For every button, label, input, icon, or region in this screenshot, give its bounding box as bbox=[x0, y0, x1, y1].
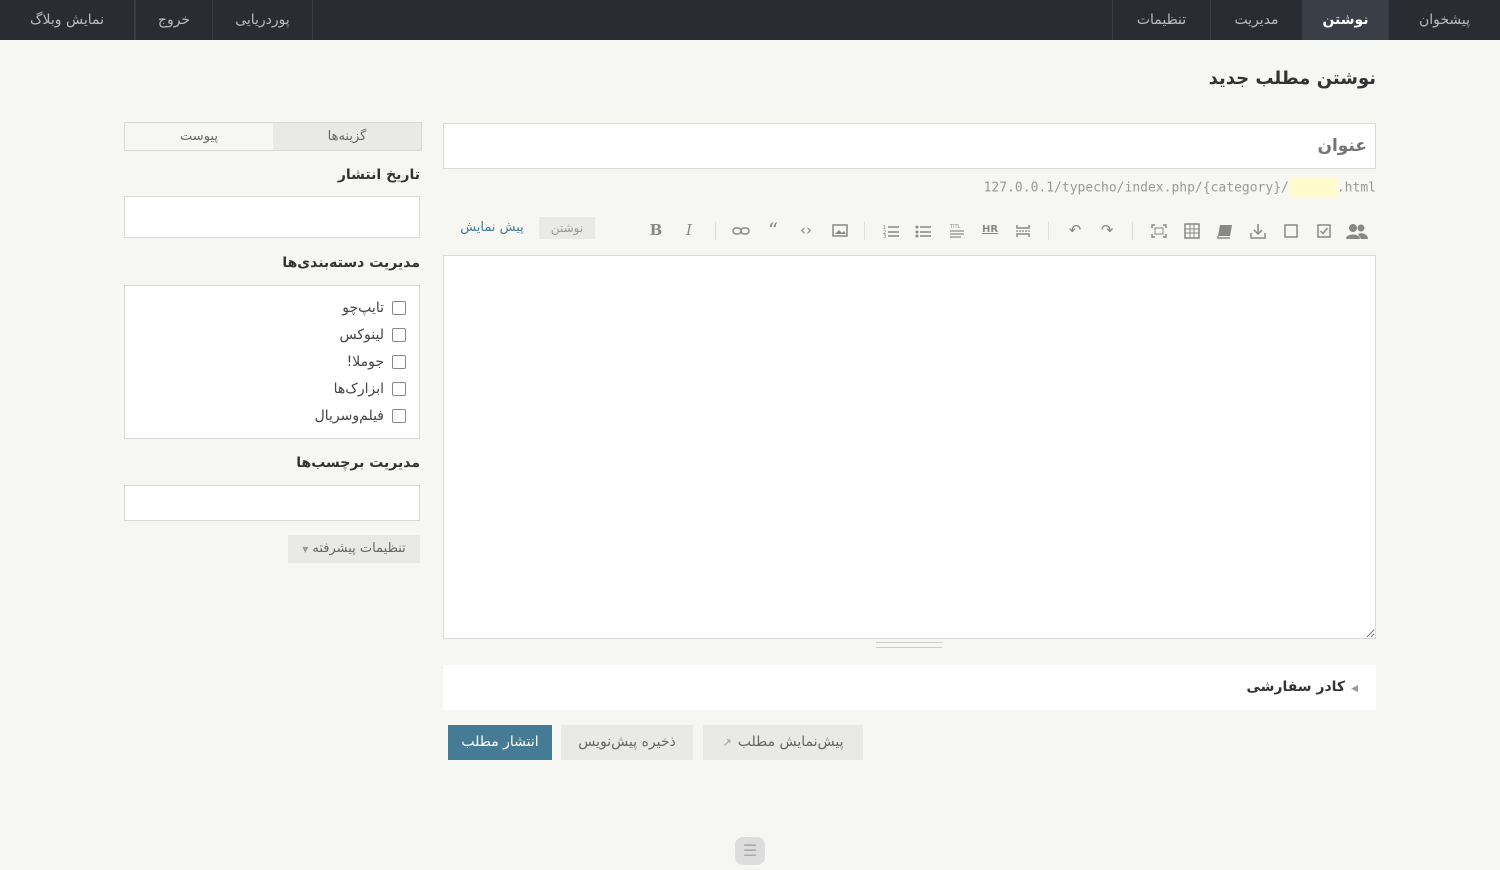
undo-icon[interactable]: ↶ bbox=[1062, 217, 1088, 243]
editor-toolbar: پیش نمایش نوشتن B I “ ‹› 123 TITL HR ↶ ↷ bbox=[443, 213, 1376, 247]
code-icon[interactable]: ‹› bbox=[793, 217, 819, 243]
nav-view-blog[interactable]: نمایش وبلاگ bbox=[0, 0, 135, 40]
unordered-list-icon[interactable] bbox=[910, 217, 936, 243]
page-title: نوشتن مطلب جدید bbox=[1208, 68, 1376, 89]
preview-tab[interactable]: پیش نمایش bbox=[455, 217, 529, 239]
tab-options[interactable]: گزینه‌ها bbox=[273, 123, 421, 150]
redo-icon[interactable]: ↷ bbox=[1094, 217, 1120, 243]
top-navbar: پیشخوان نوشتن مدیریت تنظیمات پوردریایی خ… bbox=[0, 0, 1500, 40]
category-item[interactable]: فیلم‌وسریال bbox=[315, 406, 406, 426]
category-checkbox[interactable] bbox=[392, 301, 406, 315]
download-icon[interactable] bbox=[1245, 217, 1271, 243]
title-input[interactable] bbox=[443, 123, 1376, 169]
preview-post-label: پیش‌نمایش مطلب bbox=[737, 734, 844, 750]
preview-post-button[interactable]: پیش‌نمایش مطلب ↗ bbox=[703, 725, 863, 760]
external-link-icon: ↗ bbox=[722, 736, 732, 749]
nav-dashboard[interactable]: پیشخوان bbox=[1388, 0, 1500, 40]
hr-icon[interactable]: HR bbox=[977, 217, 1003, 243]
ordered-list-icon[interactable]: 123 bbox=[878, 217, 904, 243]
toolbar-divider bbox=[715, 222, 716, 240]
fullscreen-icon[interactable] bbox=[1146, 217, 1172, 243]
tags-label: مدیریت برچسب‌ها bbox=[296, 455, 420, 471]
toolbar-divider bbox=[1048, 222, 1049, 240]
svg-text:TITL: TITL bbox=[949, 224, 961, 230]
write-tab[interactable]: نوشتن bbox=[539, 217, 595, 239]
permalink-suffix: .html bbox=[1336, 180, 1376, 196]
permalink: 127.0.0.1/typecho/index.php/{category}/.… bbox=[984, 178, 1376, 198]
nav-user-profile[interactable]: پوردریایی bbox=[212, 0, 313, 40]
bold-icon[interactable]: B bbox=[643, 217, 669, 243]
square-icon[interactable] bbox=[1278, 217, 1304, 243]
category-checkbox[interactable] bbox=[392, 409, 406, 423]
category-label: فیلم‌وسریال bbox=[314, 408, 384, 424]
caret-left-icon: ◀ bbox=[1351, 684, 1358, 694]
category-checkbox[interactable] bbox=[392, 382, 406, 396]
category-item[interactable]: جوملا! bbox=[347, 352, 406, 372]
category-label: جوملا! bbox=[346, 354, 384, 370]
advanced-settings-button[interactable]: تنظیمات پیشرفته▼ bbox=[288, 535, 420, 563]
publish-date-label: تاریخ انتشار bbox=[337, 167, 420, 183]
sidebar-tabs: گزینه‌ها پیوست bbox=[124, 122, 422, 151]
quote-icon[interactable]: “ bbox=[760, 217, 786, 243]
editor-resize-handle[interactable] bbox=[876, 642, 942, 648]
category-checkbox[interactable] bbox=[392, 355, 406, 369]
more-icon[interactable] bbox=[1010, 217, 1036, 243]
nav-manage[interactable]: مدیریت bbox=[1210, 0, 1302, 40]
users-icon[interactable] bbox=[1344, 217, 1370, 243]
permalink-prefix: 127.0.0.1/typecho/index.php/{category}/ bbox=[983, 180, 1289, 196]
slug-input[interactable] bbox=[1288, 178, 1337, 198]
custom-fields-toggle[interactable]: ◀ کادر سفارشی bbox=[1246, 665, 1358, 712]
categories-list: تایپ‌چو لینوکس جوملا! ابزارک‌ها فیلم‌وسر… bbox=[124, 285, 420, 439]
category-item[interactable]: تایپ‌چو bbox=[342, 298, 406, 318]
nav-logout[interactable]: خروج bbox=[135, 0, 212, 40]
checkbox-icon[interactable] bbox=[1311, 217, 1337, 243]
nav-settings[interactable]: تنظیمات bbox=[1112, 0, 1210, 40]
link-icon[interactable] bbox=[728, 217, 754, 243]
tags-input[interactable] bbox=[124, 485, 420, 521]
table-icon[interactable] bbox=[1179, 217, 1205, 243]
category-label: لینوکس bbox=[339, 327, 384, 343]
category-item[interactable]: لینوکس bbox=[340, 325, 406, 345]
save-draft-button[interactable]: ذخیره پیش‌نویس bbox=[561, 725, 693, 760]
book-icon[interactable] bbox=[1212, 217, 1238, 243]
custom-fields-label: کادر سفارشی bbox=[1246, 679, 1346, 695]
tab-attachments[interactable]: پیوست bbox=[125, 123, 273, 150]
nav-write[interactable]: نوشتن bbox=[1302, 0, 1388, 40]
categories-label: مدیریت دسته‌بندی‌ها bbox=[282, 255, 420, 271]
category-label: ابزارک‌ها bbox=[333, 381, 384, 397]
publish-button[interactable]: انتشار مطلب bbox=[448, 725, 552, 760]
advanced-settings-label: تنظیمات پیشرفته bbox=[312, 541, 406, 556]
content-editor[interactable] bbox=[443, 255, 1376, 639]
title-icon[interactable]: TITL bbox=[944, 217, 970, 243]
italic-icon[interactable]: I bbox=[676, 217, 702, 243]
category-label: تایپ‌چو bbox=[342, 300, 384, 316]
toolbar-divider bbox=[864, 222, 865, 240]
typecho-logo-icon: ☰ bbox=[735, 837, 765, 865]
toolbar-divider bbox=[1132, 222, 1133, 240]
svg-text:3: 3 bbox=[883, 234, 886, 238]
image-icon[interactable] bbox=[827, 217, 853, 243]
custom-fields-panel[interactable]: ◀ کادر سفارشی bbox=[443, 665, 1376, 710]
caret-down-icon: ▼ bbox=[302, 545, 309, 554]
category-item[interactable]: ابزارک‌ها bbox=[334, 379, 406, 399]
category-checkbox[interactable] bbox=[392, 328, 406, 342]
publish-date-input[interactable] bbox=[124, 196, 420, 238]
